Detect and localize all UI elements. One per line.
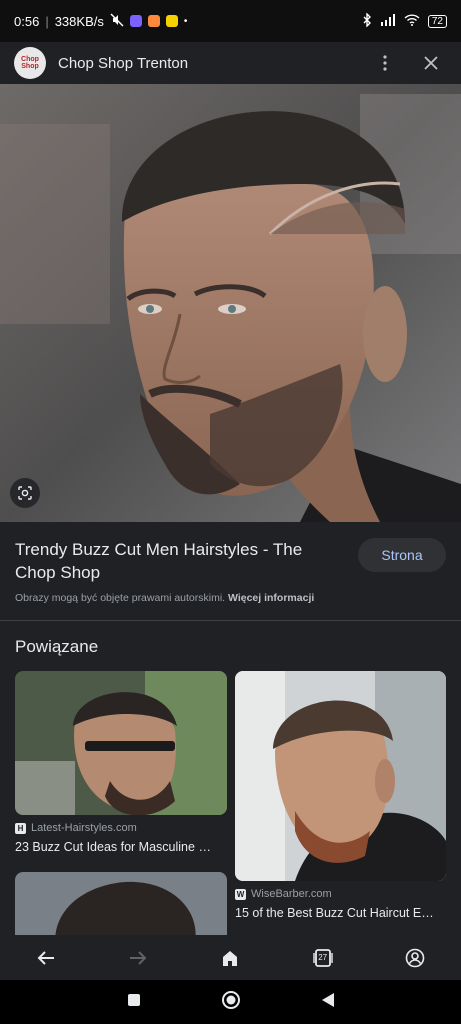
account-icon[interactable]	[395, 938, 435, 978]
signal-icon	[380, 13, 396, 29]
more-vert-icon[interactable]	[369, 47, 401, 79]
related-title[interactable]: 15 of the Best Buzz Cut Haircut Examples	[235, 906, 439, 920]
related-title[interactable]: 23 Buzz Cut Ideas for Masculine Men	[15, 840, 220, 854]
source-favicon: W	[235, 888, 246, 900]
app-notification-icon	[147, 15, 160, 27]
tabs-count: 27	[318, 953, 328, 962]
status-time: 0:56	[14, 13, 40, 29]
viewer-header: Chop Shop Chop Shop Trenton	[0, 42, 461, 84]
status-bar: 0:56 | 338KB/s • 72	[0, 0, 461, 42]
related-source: W WiseBarber.com	[235, 888, 332, 900]
bluetooth-icon	[362, 11, 372, 30]
more-info-link[interactable]: Więcej informacji	[228, 592, 314, 604]
related-source: H Latest-Hairstyles.com	[15, 822, 137, 834]
related-section: Powiązane H Latest-Hairstyles.com 23 Buz…	[0, 621, 461, 935]
related-thumbnail[interactable]	[15, 872, 227, 935]
related-card[interactable]	[15, 872, 227, 935]
man-buzz-cut-photo	[0, 84, 461, 522]
result-info-panel: Trendy Buzz Cut Men Hairstyles - The Cho…	[0, 522, 461, 620]
tabs-icon[interactable]: 27	[303, 938, 343, 978]
related-thumbnail[interactable]	[235, 671, 446, 881]
result-title[interactable]: Trendy Buzz Cut Men Hairstyles - The Cho…	[15, 538, 335, 584]
battery-indicator: 72	[427, 14, 447, 28]
home-icon[interactable]	[210, 938, 250, 978]
related-card[interactable]: H Latest-Hairstyles.com 23 Buzz Cut Idea…	[15, 671, 227, 871]
snapchat-icon	[165, 15, 178, 27]
related-heading: Powiązane	[15, 637, 99, 656]
source-favicon: H	[15, 822, 26, 834]
net-speed: 338KB/s	[54, 13, 104, 29]
site-name[interactable]: Chop Shop Trenton	[58, 55, 188, 72]
system-navigation-bar	[0, 980, 461, 1024]
wifi-icon	[404, 13, 420, 29]
copyright-notice: Obrazy mogą być objęte prawami autorskim…	[15, 592, 315, 604]
circle-icon[interactable]	[221, 990, 241, 1015]
site-logo[interactable]: Chop Shop	[14, 47, 46, 79]
main-image[interactable]	[0, 84, 461, 522]
google-lens-icon[interactable]	[10, 478, 40, 508]
related-card[interactable]: W WiseBarber.com 15 of the Best Buzz Cut…	[235, 671, 446, 931]
arrow-back-icon[interactable]	[26, 938, 66, 978]
close-icon[interactable]	[415, 47, 447, 79]
messenger-icon	[129, 15, 142, 27]
visit-site-button[interactable]: Strona	[358, 538, 446, 572]
square-icon[interactable]	[127, 993, 141, 1012]
triangle-back-icon[interactable]	[321, 992, 335, 1013]
more-notifications-dot: •	[183, 15, 188, 27]
related-thumbnail[interactable]	[15, 671, 227, 815]
mute-icon	[110, 12, 124, 30]
browser-bottom-nav: 27	[0, 935, 461, 980]
arrow-forward-icon	[118, 938, 158, 978]
